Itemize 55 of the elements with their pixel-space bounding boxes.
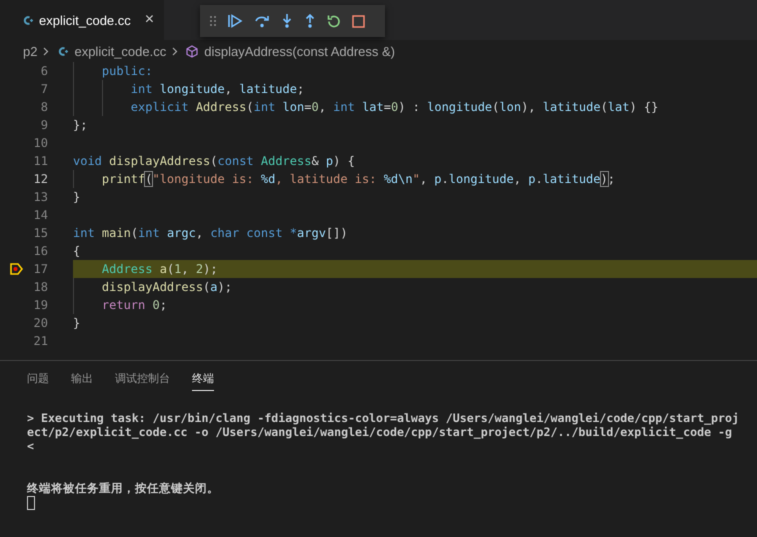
line-number: 17 xyxy=(32,262,49,276)
terminal-text: ect/p2/explicit_code.cc -o /Users/wanglei/wanglei/code/cpp/start_project/p2/../build/explicit_code -g xyxy=(27,425,732,439)
drag-handle-icon[interactable] xyxy=(210,16,216,26)
code-line: int main(int argc, char const *argv[]) xyxy=(73,225,349,242)
cube-icon xyxy=(186,44,198,58)
line-number: 19 xyxy=(32,298,49,312)
chevron-icon xyxy=(172,46,178,56)
line-number: 6 xyxy=(40,64,49,78)
breadcrumb-item[interactable]: explicit_code.cc xyxy=(74,44,166,58)
code-line: explicit Address(int lon=0, int lat=0) : longitude(lon), latitude(lat) {} xyxy=(73,98,757,116)
continue-icon[interactable] xyxy=(227,14,243,28)
terminal-text: < xyxy=(27,439,34,453)
line-number: 15 xyxy=(32,226,49,240)
code-line: void displayAddress(const Address& p) { xyxy=(73,153,356,170)
close-icon[interactable]: × xyxy=(144,11,154,29)
step-over-icon[interactable] xyxy=(254,14,270,28)
stop-icon[interactable] xyxy=(352,14,365,28)
line-number: 14 xyxy=(32,208,49,222)
line-number: 21 xyxy=(32,334,49,348)
code-line: }; xyxy=(73,117,88,134)
line-number: 12 xyxy=(32,172,49,186)
line-number: 16 xyxy=(32,244,49,258)
code-line: int longitude, latitude; xyxy=(73,80,757,98)
chevron-icon xyxy=(43,46,50,56)
restart-icon[interactable] xyxy=(327,14,341,28)
line-number: 9 xyxy=(40,118,49,132)
line-number: 20 xyxy=(32,316,49,330)
panel-tab[interactable]: 输出 xyxy=(71,371,93,391)
code-line: } xyxy=(73,189,82,206)
panel-tab[interactable]: 调试控制台 xyxy=(115,371,170,391)
step-into-icon[interactable] xyxy=(281,14,293,28)
tab-label: explicit_code.cc xyxy=(39,12,131,28)
line-number: 8 xyxy=(40,100,49,114)
step-out-icon[interactable] xyxy=(304,14,316,28)
line-number: 7 xyxy=(40,82,49,96)
editor-tab[interactable]: explicit_code.cc × xyxy=(0,0,164,40)
code-line: printf("longitude is: %d, latitude is: %d\n", p.longitude, p.latitude); xyxy=(73,170,757,188)
cpp-file-icon xyxy=(22,14,33,26)
line-number: 13 xyxy=(32,190,49,204)
code-line: return 0; xyxy=(73,296,757,314)
breadcrumb-item[interactable]: displayAddress(const Address &) xyxy=(204,44,396,58)
code-line: { xyxy=(73,243,82,260)
panel-tab[interactable]: 问题 xyxy=(27,371,49,391)
terminal-text: 终端将被任务重用，按任意键关闭。 xyxy=(27,481,219,495)
cpp-file-icon xyxy=(57,46,68,56)
terminal-text: > Executing task: /usr/bin/clang -fdiagnostics-color=always /Users/wanglei/wanglei/code/cpp/start_proj xyxy=(27,411,739,425)
line-number: 18 xyxy=(32,280,49,294)
breakpoint-arrow-icon[interactable] xyxy=(10,263,23,275)
line-number: 11 xyxy=(32,154,49,168)
panel-tab[interactable]: 终端 xyxy=(192,371,214,391)
line-number: 10 xyxy=(32,136,49,150)
code-line: } xyxy=(73,315,82,332)
code-line: public: xyxy=(73,62,757,80)
breadcrumb-item[interactable]: p2 xyxy=(23,44,38,58)
code-line: displayAddress(a); xyxy=(73,278,757,296)
